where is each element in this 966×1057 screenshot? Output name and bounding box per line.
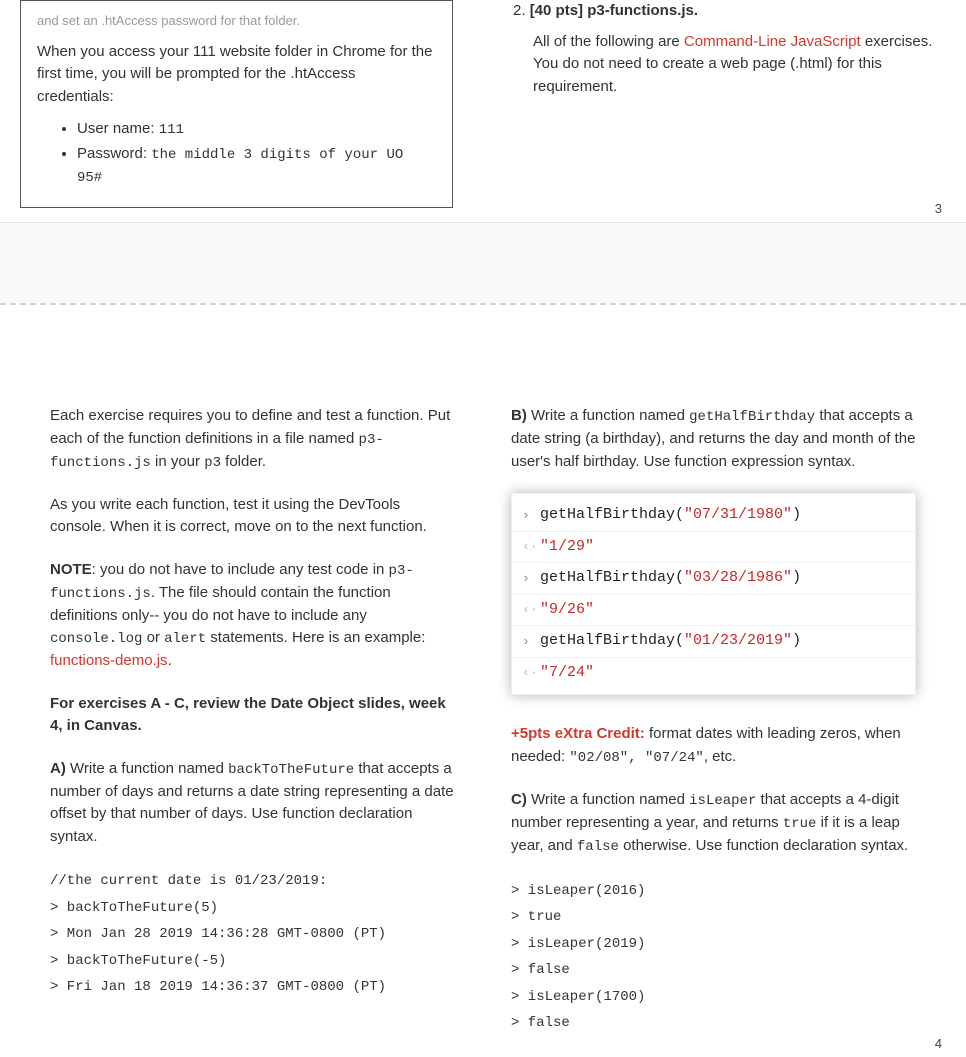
chevron-left-icon: ‹· [522, 537, 540, 557]
console-fn-call: getHalfBirthday( [540, 567, 684, 590]
user-label: User name: [77, 120, 155, 137]
page-3-fragment: and set an .htAccess password for that f… [0, 0, 966, 222]
intro-p1-c: folder. [221, 453, 266, 470]
extra-credit-code: "02/08", "07/24" [569, 750, 703, 766]
review-date-slides: For exercises A - C, review the Date Obj… [50, 693, 455, 738]
page-4: Each exercise requires you to define and… [0, 305, 966, 1057]
note-code2: console.log [50, 631, 142, 647]
console-fn-arg: "03/28/1986" [684, 567, 792, 590]
intro-p1: Each exercise requires you to define and… [50, 405, 455, 474]
exercise-a-console: //the current date is 01/23/2019: > back… [50, 868, 455, 1001]
console-fn-arg: "01/23/2019" [684, 630, 792, 653]
console-return-value: "7/24" [540, 662, 594, 685]
extra-credit-b: , etc. [704, 748, 737, 765]
intro-p2: As you write each function, test it usin… [50, 494, 455, 539]
note-c: or [142, 629, 164, 646]
extra-credit-label: +5pts eXtra Credit: [511, 725, 645, 742]
exercise-c-d: otherwise. Use function declaration synt… [619, 837, 908, 854]
upper-right-col: 2. [40 pts] p3-functions.js. All of the … [513, 0, 946, 208]
console-output-row: ‹·"9/26" [512, 594, 915, 626]
intro-p1-code2: p3 [204, 455, 221, 471]
exercise-b-a: Write a function named [527, 407, 689, 424]
exercise-c: C) Write a function named isLeaper that … [511, 789, 916, 858]
chevron-right-icon: › [522, 632, 540, 652]
note-d: statements. Here is an example: [206, 629, 425, 646]
note-e: . [168, 652, 172, 669]
req-2-desc: All of the following are Command-Line Ja… [513, 31, 946, 99]
exercise-b-label: B) [511, 407, 527, 424]
devtools-console: ›getHalfBirthday("07/31/1980")‹·"1/29"›g… [511, 493, 916, 695]
console-fn-arg: "07/31/1980" [684, 504, 792, 527]
exercise-b-fn: getHalfBirthday [689, 409, 815, 425]
htaccess-cutoff-line: and set an .htAccess password for that f… [37, 11, 436, 31]
exercise-a-fn: backToTheFuture [228, 762, 354, 778]
note-p: NOTE: you do not have to include any tes… [50, 559, 455, 673]
note-code3: alert [164, 631, 206, 647]
intro-p1-a: Each exercise requires you to define and… [50, 407, 450, 447]
req-2-desc-a: All of the following are [533, 33, 684, 50]
upper-columns: and set an .htAccess password for that f… [20, 0, 946, 208]
htaccess-list: User name: 111 Password: the middle 3 di… [37, 118, 436, 189]
console-fn-call: getHalfBirthday( [540, 630, 684, 653]
htaccess-username: User name: 111 [77, 118, 436, 141]
console-input-row: ›getHalfBirthday("01/23/2019") [512, 625, 915, 657]
req-2-heading: 2. [40 pts] p3-functions.js. [513, 0, 946, 23]
exercise-c-a: Write a function named [527, 791, 689, 808]
exercise-a: A) Write a function named backToTheFutur… [50, 758, 455, 849]
htaccess-password: Password: the middle 3 digits of your UO… [77, 143, 436, 189]
console-output-row: ‹·"7/24" [512, 657, 915, 689]
exercise-a-a: Write a function named [66, 760, 228, 777]
console-fn-call: getHalfBirthday( [540, 504, 684, 527]
console-fn-close: ) [792, 504, 801, 527]
chevron-right-icon: › [522, 506, 540, 526]
functions-demo-link[interactable]: functions-demo.js [50, 652, 168, 669]
htaccess-box: and set an .htAccess password for that f… [20, 0, 453, 208]
exercise-c-true: true [783, 816, 817, 832]
note-label: NOTE [50, 561, 92, 578]
lower-right-col: B) Write a function named getHalfBirthda… [511, 405, 916, 1037]
exercise-c-console: > isLeaper(2016) > true > isLeaper(2019)… [511, 878, 916, 1038]
console-return-value: "9/26" [540, 599, 594, 622]
chevron-left-icon: ‹· [522, 600, 540, 620]
req-2-num: 2. [513, 2, 526, 19]
extra-credit: +5pts eXtra Credit: format dates with le… [511, 723, 916, 769]
exercise-a-label: A) [50, 760, 66, 777]
user-value: 111 [159, 122, 184, 138]
exercise-c-fn: isLeaper [689, 793, 756, 809]
htaccess-intro: When you access your 111 website folder … [37, 41, 436, 109]
exercise-c-false: false [577, 839, 619, 855]
console-fn-close: ) [792, 630, 801, 653]
exercise-b: B) Write a function named getHalfBirthda… [511, 405, 916, 473]
pass-label: Password: [77, 145, 147, 162]
console-output-row: ‹·"1/29" [512, 531, 915, 563]
intro-p1-b: in your [151, 453, 204, 470]
page-gutter [0, 223, 966, 303]
console-fn-close: ) [792, 567, 801, 590]
chevron-right-icon: › [522, 569, 540, 589]
console-input-row: ›getHalfBirthday("07/31/1980") [512, 500, 915, 531]
console-return-value: "1/29" [540, 536, 594, 559]
note-a: : you do not have to include any test co… [92, 561, 389, 578]
chevron-left-icon: ‹· [522, 663, 540, 683]
page-number-4: 4 [935, 1034, 942, 1054]
req-2-pts: [40 pts] p3-functions.js [530, 2, 694, 19]
page-number-3: 3 [935, 199, 942, 219]
upper-left-col: and set an .htAccess password for that f… [20, 0, 453, 208]
lower-columns: Each exercise requires you to define and… [50, 405, 916, 1037]
exercise-c-label: C) [511, 791, 527, 808]
cli-js-link[interactable]: Command-Line JavaScript [684, 33, 861, 50]
console-input-row: ›getHalfBirthday("03/28/1986") [512, 562, 915, 594]
lower-left-col: Each exercise requires you to define and… [50, 405, 455, 1037]
